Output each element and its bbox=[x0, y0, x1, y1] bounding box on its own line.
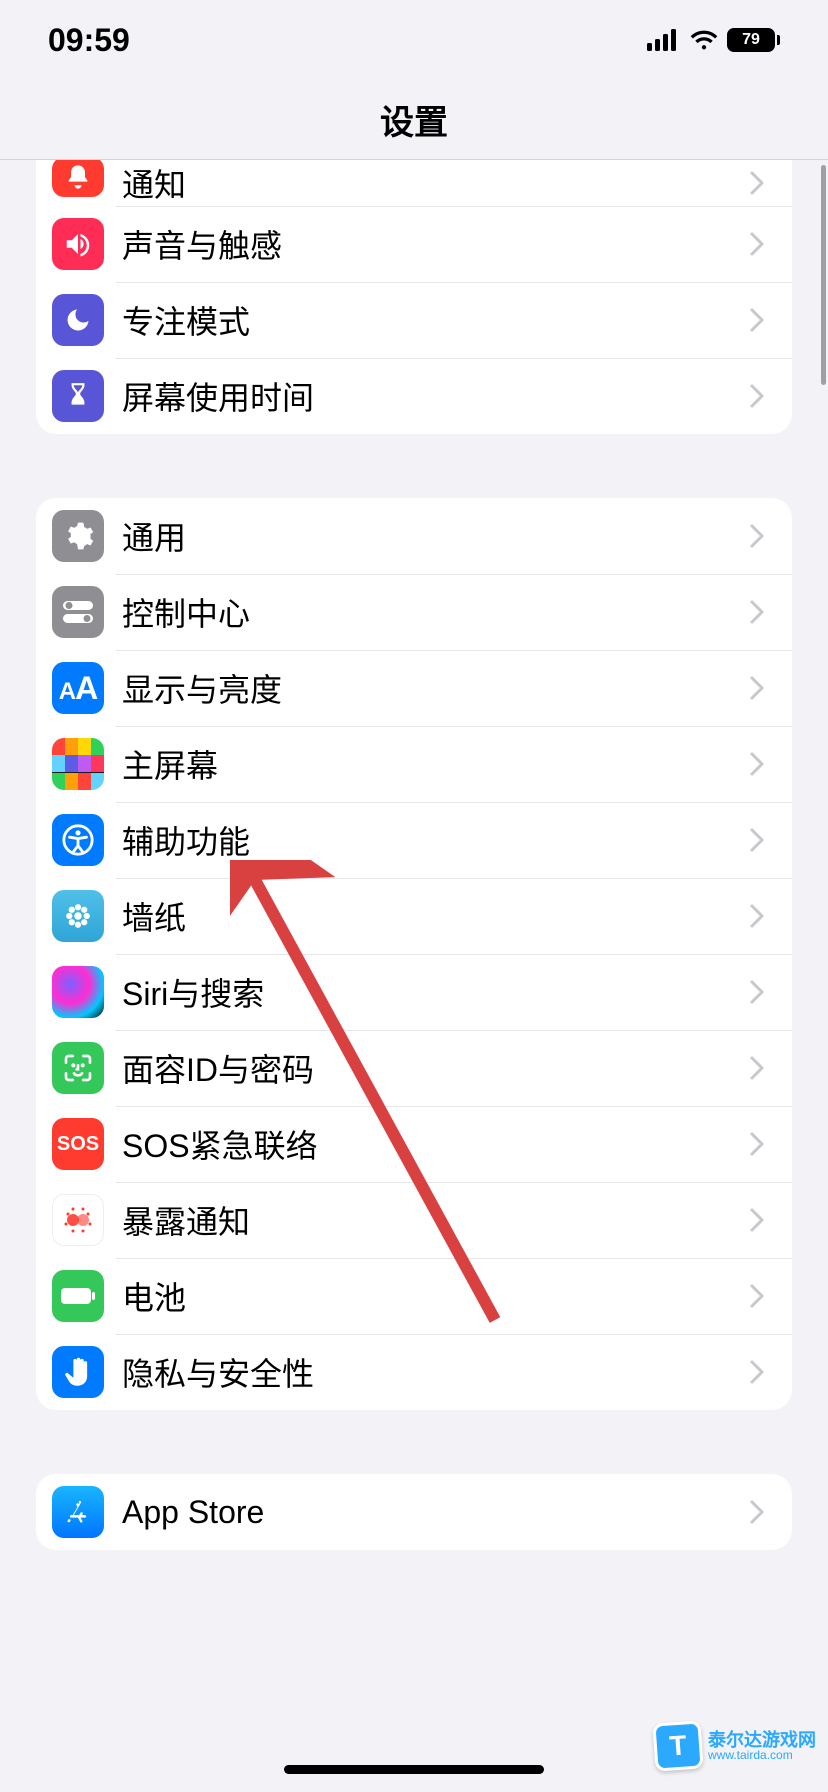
row-label: 控制中心 bbox=[122, 589, 750, 635]
hand-icon bbox=[52, 1346, 104, 1398]
row-exposure[interactable]: 暴露通知 bbox=[36, 1182, 792, 1258]
volume-icon bbox=[52, 218, 104, 270]
row-label: 面容ID与密码 bbox=[122, 1045, 750, 1091]
bell-icon bbox=[52, 160, 104, 197]
chevron-right-icon bbox=[750, 1360, 764, 1384]
battery-icon: 79 bbox=[727, 28, 780, 52]
row-home-screen[interactable]: 主屏幕 bbox=[36, 726, 792, 802]
row-label: 电池 bbox=[122, 1273, 750, 1319]
row-label: 显示与亮度 bbox=[122, 665, 750, 711]
row-sos[interactable]: SOS SOS紧急联络 bbox=[36, 1106, 792, 1182]
text-size-icon: AA bbox=[52, 662, 104, 714]
settings-group-notifications: 通知 声音与触感 专注模式 屏幕使用时间 bbox=[36, 160, 792, 434]
row-label: 主屏幕 bbox=[122, 741, 750, 787]
wifi-icon bbox=[689, 29, 719, 51]
cellular-icon bbox=[647, 29, 681, 51]
row-sounds[interactable]: 声音与触感 bbox=[36, 206, 792, 282]
chevron-right-icon bbox=[750, 904, 764, 928]
watermark-url: www.tairda.com bbox=[708, 1749, 816, 1761]
settings-group-appstore: App Store bbox=[36, 1474, 792, 1550]
row-control-center[interactable]: 控制中心 bbox=[36, 574, 792, 650]
row-faceid[interactable]: 面容ID与密码 bbox=[36, 1030, 792, 1106]
status-time: 09:59 bbox=[48, 22, 130, 59]
chevron-right-icon bbox=[750, 384, 764, 408]
watermark: T 泰尔达游戏网 www.tairda.com bbox=[654, 1722, 816, 1770]
row-focus[interactable]: 专注模式 bbox=[36, 282, 792, 358]
row-label: App Store bbox=[122, 1494, 750, 1531]
moon-icon bbox=[52, 294, 104, 346]
chevron-right-icon bbox=[750, 1132, 764, 1156]
row-appstore[interactable]: App Store bbox=[36, 1474, 792, 1550]
row-notifications[interactable]: 通知 bbox=[36, 160, 792, 206]
battery-percent: 79 bbox=[729, 30, 773, 50]
gear-icon bbox=[52, 510, 104, 562]
status-bar: 09:59 79 bbox=[0, 0, 828, 80]
row-label: 辅助功能 bbox=[122, 817, 750, 863]
row-label: 暴露通知 bbox=[122, 1197, 750, 1243]
chevron-right-icon bbox=[750, 600, 764, 624]
chevron-right-icon bbox=[750, 676, 764, 700]
chevron-right-icon bbox=[750, 1284, 764, 1308]
accessibility-icon bbox=[52, 814, 104, 866]
switches-icon bbox=[52, 586, 104, 638]
row-privacy[interactable]: 隐私与安全性 bbox=[36, 1334, 792, 1410]
row-label: 屏幕使用时间 bbox=[122, 373, 750, 419]
row-battery[interactable]: 电池 bbox=[36, 1258, 792, 1334]
row-label: 墙纸 bbox=[122, 893, 750, 939]
settings-group-general: 通用 控制中心 AA 显示与亮度 主屏幕 辅助功能 bbox=[36, 498, 792, 1410]
battery-icon bbox=[52, 1270, 104, 1322]
chevron-right-icon bbox=[750, 1208, 764, 1232]
flower-icon bbox=[52, 890, 104, 942]
hourglass-icon bbox=[52, 370, 104, 422]
page-title: 设置 bbox=[380, 95, 448, 144]
exposure-icon bbox=[52, 1194, 104, 1246]
row-label: SOS紧急联络 bbox=[122, 1121, 750, 1167]
home-indicator[interactable] bbox=[284, 1765, 544, 1774]
chevron-right-icon bbox=[750, 752, 764, 776]
row-label: 通知 bbox=[122, 160, 750, 206]
faceid-icon bbox=[52, 1042, 104, 1094]
nav-header: 设置 bbox=[0, 80, 828, 160]
home-grid-icon bbox=[52, 738, 104, 790]
chevron-right-icon bbox=[750, 1056, 764, 1080]
chevron-right-icon bbox=[750, 1500, 764, 1524]
appstore-icon bbox=[52, 1486, 104, 1538]
row-label: Siri与搜索 bbox=[122, 969, 750, 1015]
chevron-right-icon bbox=[750, 308, 764, 332]
row-label: 通用 bbox=[122, 513, 750, 559]
chevron-right-icon bbox=[750, 232, 764, 256]
row-general[interactable]: 通用 bbox=[36, 498, 792, 574]
chevron-right-icon bbox=[750, 828, 764, 852]
siri-icon bbox=[52, 966, 104, 1018]
watermark-name: 泰尔达游戏网 bbox=[708, 1731, 816, 1749]
status-indicators: 79 bbox=[647, 28, 780, 52]
row-label: 专注模式 bbox=[122, 297, 750, 343]
row-siri[interactable]: Siri与搜索 bbox=[36, 954, 792, 1030]
row-label: 隐私与安全性 bbox=[122, 1349, 750, 1395]
row-screentime[interactable]: 屏幕使用时间 bbox=[36, 358, 792, 434]
row-display[interactable]: AA 显示与亮度 bbox=[36, 650, 792, 726]
row-label: 声音与触感 bbox=[122, 221, 750, 267]
scroll-indicator[interactable] bbox=[821, 165, 826, 385]
chevron-right-icon bbox=[750, 524, 764, 548]
row-accessibility[interactable]: 辅助功能 bbox=[36, 802, 792, 878]
row-wallpaper[interactable]: 墙纸 bbox=[36, 878, 792, 954]
sos-icon: SOS bbox=[52, 1118, 104, 1170]
chevron-right-icon bbox=[750, 980, 764, 1004]
chevron-right-icon bbox=[750, 171, 764, 195]
watermark-logo-icon: T bbox=[652, 1720, 703, 1771]
